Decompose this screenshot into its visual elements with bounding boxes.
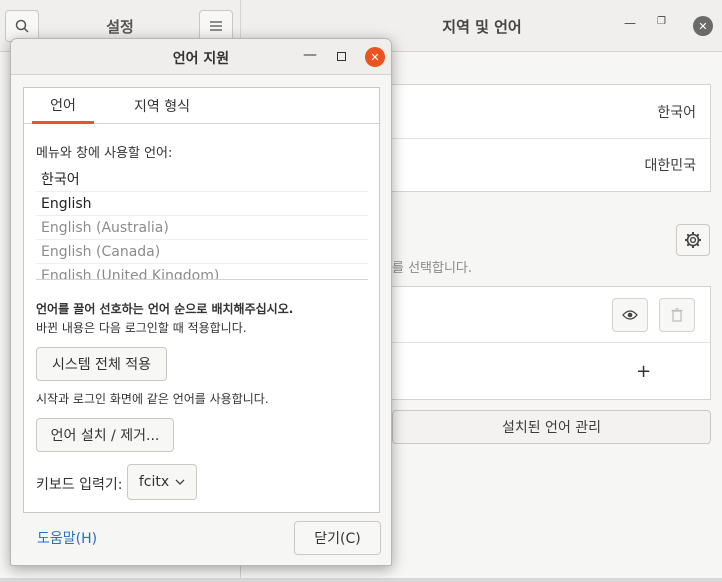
dialog-title: 언어 지원	[172, 51, 230, 67]
language-list[interactable]: 한국어 English English (Australia) English …	[36, 168, 368, 280]
plus-icon: +	[635, 360, 652, 382]
close-button[interactable]: 닫기(C)	[294, 521, 381, 555]
apply-note: 바뀐 내용은 다음 로그인할 때 적용합니다.	[36, 321, 247, 335]
language-value: 한국어	[657, 104, 696, 121]
language-row[interactable]: 한국어	[387, 85, 710, 138]
remove-input-source-button[interactable]	[659, 298, 695, 332]
manage-installed-languages-button[interactable]: 설치된 언어 관리	[392, 410, 711, 444]
close-icon: ✕	[370, 50, 380, 64]
keyboard-input-select[interactable]: fcitx	[127, 464, 197, 500]
tab-regional-formats[interactable]: 지역 형식	[112, 88, 212, 124]
chevron-down-icon	[175, 479, 185, 485]
search-icon	[15, 19, 29, 33]
drag-order-note: 언어를 끌어 선호하는 언어 순으로 배치해주십시오.	[36, 302, 294, 316]
keyboard-input-value: fcitx	[138, 474, 170, 490]
dialog-notebook: 언어 지역 형식 메뉴와 창에 사용할 언어: 한국어 English Engl…	[23, 87, 380, 513]
gear-icon	[685, 232, 701, 248]
login-screen-note: 시작과 로그인 화면에 같은 언어를 사용합니다.	[36, 392, 269, 406]
help-link[interactable]: 도움말(H)	[37, 528, 97, 548]
eye-icon	[622, 310, 638, 320]
preview-layout-button[interactable]	[612, 298, 648, 332]
format-row[interactable]: 대한민국	[387, 138, 710, 191]
format-value: 대한민국	[644, 158, 696, 174]
list-item[interactable]: English (Canada)	[36, 240, 368, 264]
language-list-label: 메뉴와 창에 사용할 언어:	[36, 146, 173, 161]
install-remove-languages-button[interactable]: 언어 설치 / 제거...	[36, 418, 174, 452]
language-support-dialog: 언어 지원 — ✕ 언어 지역 형식 메뉴와 창에 사용할 언어: 한국어 En…	[10, 38, 392, 566]
page-title: 지역 및 언어	[442, 18, 522, 36]
dialog-minimize-button[interactable]: —	[303, 47, 317, 63]
tab-bar: 언어 지역 형식	[24, 88, 379, 124]
input-sources-hint: 를 선택합니다.	[392, 261, 473, 276]
dialog-close-button[interactable]: ✕	[365, 47, 385, 67]
add-input-source-button[interactable]: +	[387, 343, 710, 399]
list-item[interactable]: English	[36, 192, 368, 216]
dialog-maximize-button[interactable]	[337, 52, 346, 61]
list-item[interactable]: English (Australia)	[36, 216, 368, 240]
list-item[interactable]: 한국어	[36, 168, 368, 192]
input-sources-options-button[interactable]	[676, 224, 710, 256]
apply-system-wide-button[interactable]: 시스템 전체 적용	[36, 347, 167, 381]
keyboard-input-label: 키보드 입력기:	[36, 477, 123, 493]
language-region-card: 한국어 대한민국	[386, 84, 711, 192]
close-icon: ✕	[698, 19, 708, 33]
dialog-titlebar: 언어 지원 — ✕	[11, 39, 391, 75]
sidebar-title: 설정	[106, 18, 134, 36]
list-item[interactable]: English (United Kingdom)	[36, 264, 368, 279]
minimize-button[interactable]: —	[624, 16, 636, 30]
hamburger-menu-icon	[210, 21, 222, 31]
trash-icon	[671, 308, 683, 322]
maximize-button[interactable]: ❐	[657, 16, 666, 27]
close-window-button[interactable]: ✕	[693, 16, 713, 36]
tab-language[interactable]: 언어	[32, 88, 94, 124]
